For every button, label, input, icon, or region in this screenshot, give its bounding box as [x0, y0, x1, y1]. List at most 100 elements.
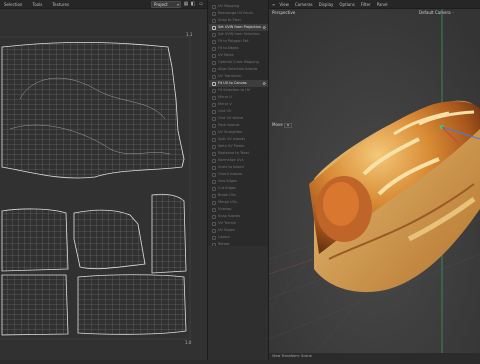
command-label: UV Transform [218, 74, 242, 78]
3d-viewport[interactable]: Perspective Default Camera ◦ Move ⊕ [269, 9, 480, 360]
command-label: Rearrange UV Faces [218, 11, 254, 15]
move-tool-label[interactable]: Move ⊕ [272, 122, 293, 128]
menu-panel[interactable]: Panel [377, 2, 388, 7]
command-label: Rasterize to Texel [218, 151, 249, 155]
command-label: Unwrap [218, 207, 232, 211]
panel-command-item[interactable]: Grid UV [209, 108, 268, 115]
command-label: Cut Edges [218, 186, 236, 190]
uv-canvas[interactable]: 1.1 1.0 [0, 9, 207, 360]
camera-icon: ◦ [451, 10, 455, 15]
panel-command-item[interactable]: UV Transform [209, 73, 268, 80]
command-label: Merge UVs [218, 200, 237, 204]
panel-command-item[interactable]: UV Straighten [209, 129, 268, 136]
panel-command-item[interactable]: UV Relax [209, 52, 268, 59]
project-dropdown-value: Project [154, 2, 168, 7]
panel-command-item[interactable]: Align Selection Islands [209, 66, 268, 73]
panel-command-item[interactable]: Optimal Cubic Mapping [209, 59, 268, 66]
camera-name: Default Camera [419, 10, 451, 15]
command-label: UV Relax [218, 53, 234, 57]
status-bar: View Transform: Scene [269, 353, 480, 360]
command-label: Pack Islands [218, 123, 240, 127]
command-icon [212, 151, 216, 156]
uv-island-bot-1 [1, 274, 69, 336]
uv-island-top [1, 42, 185, 179]
panel-command-item[interactable]: Mirror V [209, 101, 268, 108]
command-icon [212, 11, 216, 16]
viewport-view-name: Perspective [272, 10, 296, 15]
menu-tools[interactable]: Tools [32, 2, 42, 7]
command-icon [212, 53, 216, 58]
panel-command-item[interactable]: Fit UV to Canvas ⚙ [209, 80, 268, 87]
command-icon [212, 60, 216, 65]
panel-command-item[interactable]: Rasterize to Texel [209, 150, 268, 157]
panel-command-item[interactable]: UV Edges [209, 227, 268, 234]
command-icon [212, 207, 216, 212]
panel-command-item[interactable]: UV Terrain [209, 220, 268, 227]
command-icon [212, 116, 216, 121]
menu-filter[interactable]: Filter [361, 2, 371, 7]
command-label: Orient Islands [218, 172, 243, 176]
command-icon [212, 186, 216, 191]
panel-command-item[interactable]: Rearrange UV Faces [209, 10, 268, 17]
view-icon[interactable]: ◧ [190, 1, 196, 7]
camera-selector[interactable]: Default Camera ◦ [419, 10, 454, 15]
panel-command-item[interactable]: Orient Islands [209, 171, 268, 178]
uv-island-mid-2 [73, 209, 146, 270]
panel-command-item[interactable]: Grid UV Island [209, 115, 268, 122]
command-label: Mirror U [218, 95, 232, 99]
panel-command-item[interactable]: Fit Selection to UV [209, 87, 268, 94]
panel-command-item[interactable]: Set UVW from Selection [209, 31, 268, 38]
command-label: UV Mapping [218, 4, 240, 8]
command-label: Layout [218, 235, 230, 239]
panel-command-item[interactable]: Sew Edges [209, 178, 268, 185]
panel-command-item[interactable]: Unwrap [209, 206, 268, 213]
chevron-down-icon: ▾ [176, 2, 179, 7]
command-label: Fit to Polygon Set [218, 39, 249, 43]
command-label: Grid UV [218, 109, 232, 113]
command-label: Fit Selection to UV [218, 88, 251, 92]
panel-command-item[interactable]: Merge UVs [209, 199, 268, 206]
panel-command-item[interactable]: Snap Islands [209, 213, 268, 220]
menu-display[interactable]: Display [319, 2, 334, 7]
grid-icon[interactable]: ▦ [183, 1, 189, 7]
command-label: Optimal Cubic Mapping [218, 60, 259, 64]
panel-command-item[interactable]: Snap to Pixel [209, 17, 268, 24]
project-dropdown[interactable]: Project ▾ [151, 1, 181, 8]
command-icon [212, 137, 216, 142]
uv-mesh-svg: 1.1 1.0 [0, 32, 193, 345]
panel-command-item[interactable]: Set UVW from Projection ⚙ [209, 24, 268, 31]
command-icon [212, 144, 216, 149]
panel-command-item[interactable]: Layout [209, 234, 268, 241]
panel-command-item[interactable]: Break UVs [209, 192, 268, 199]
menu-textures[interactable]: Textures [52, 2, 69, 7]
command-label: Align Selection Islands [218, 67, 258, 71]
panel-command-item[interactable]: Cut Edges [209, 185, 268, 192]
menu-options[interactable]: Options [339, 2, 354, 7]
command-icon [212, 158, 216, 163]
menu-view[interactable]: View [279, 2, 289, 7]
menu-cameras[interactable]: Cameras [295, 2, 313, 7]
command-label: Snap Islands [218, 214, 241, 218]
command-icon [212, 67, 216, 72]
menu-hamburger-icon[interactable]: ≡ [272, 2, 275, 7]
panel-command-item[interactable]: Mirror U [209, 94, 268, 101]
command-icon [212, 95, 216, 100]
panel-command-item[interactable]: Pack Islands [209, 122, 268, 129]
gear-icon[interactable]: ⚙ [262, 80, 266, 87]
command-icon [212, 228, 216, 233]
expand-icon[interactable]: ▫ [198, 1, 204, 7]
menu-selection[interactable]: Selection [4, 2, 22, 7]
panel-empty-area [208, 246, 268, 360]
panel-command-item[interactable]: Normalize UVs [209, 157, 268, 164]
panel-command-item[interactable]: Split UV Islands [209, 136, 268, 143]
panel-command-item[interactable]: Weld UV Points [209, 143, 268, 150]
gear-icon[interactable]: ⚙ [262, 24, 266, 31]
command-icon [212, 32, 216, 37]
tick-top-right: 1.1 [186, 32, 193, 37]
panel-command-item[interactable]: Fit to Polygon Set [209, 38, 268, 45]
command-icon [212, 165, 216, 170]
panel-command-item[interactable]: UV Mapping [209, 3, 268, 10]
command-label: Break UVs [218, 193, 236, 197]
panel-command-item[interactable]: Fit to Edges [209, 45, 268, 52]
panel-command-item[interactable]: Scale to Island [209, 164, 268, 171]
